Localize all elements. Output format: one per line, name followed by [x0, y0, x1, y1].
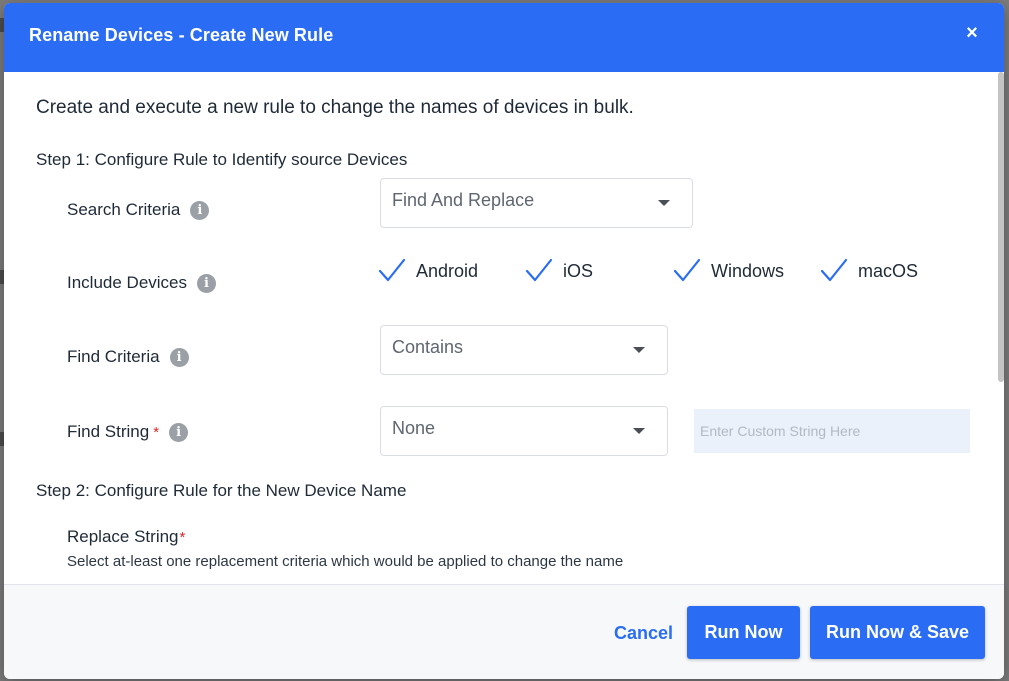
dialog-scrollbar[interactable]	[998, 72, 1004, 382]
rename-devices-dialog: Rename Devices - Create New Rule × Creat…	[4, 3, 1004, 679]
dialog-header: Rename Devices - Create New Rule ×	[4, 3, 1004, 72]
chevron-down-icon	[633, 428, 645, 434]
check-icon	[673, 258, 701, 282]
info-icon[interactable]: i	[169, 347, 189, 367]
step2-title: Step 2: Configure Rule for the New Devic…	[36, 481, 407, 500]
find-criteria-value: Contains	[392, 337, 464, 357]
include-android-checkbox[interactable]: Android	[378, 258, 478, 284]
include-ios-label: iOS	[563, 260, 594, 281]
include-macos-checkbox[interactable]: macOS	[820, 258, 918, 284]
include-devices-label: Include Devices i	[67, 273, 217, 293]
custom-string-input[interactable]	[694, 409, 970, 453]
find-string-value: None	[392, 418, 436, 438]
dialog-body: Create and execute a new rule to change …	[4, 72, 1004, 584]
find-criteria-select[interactable]: Contains	[380, 325, 668, 375]
run-now-save-button[interactable]: Run Now & Save	[810, 606, 985, 659]
find-string-label-text: Find String	[67, 422, 150, 441]
required-asterisk: *	[153, 423, 160, 441]
run-now-button[interactable]: Run Now	[687, 606, 800, 659]
cancel-button[interactable]: Cancel	[614, 623, 673, 644]
check-icon	[820, 258, 848, 282]
required-asterisk: *	[179, 528, 186, 546]
replace-string-label: Replace String *	[67, 527, 185, 547]
search-criteria-select[interactable]: Find And Replace	[380, 178, 693, 228]
find-string-label: Find String * i	[67, 422, 189, 442]
dialog-title: Rename Devices - Create New Rule	[29, 25, 334, 45]
dialog-footer: Cancel Run Now Run Now & Save	[4, 584, 1004, 679]
check-icon	[525, 258, 553, 282]
find-string-select[interactable]: None	[380, 406, 668, 456]
include-ios-checkbox[interactable]: iOS	[525, 258, 593, 284]
include-macos-label: macOS	[858, 260, 919, 281]
replace-string-label-text: Replace String	[67, 527, 179, 546]
chevron-down-icon	[633, 347, 645, 353]
dialog-intro: Create and execute a new rule to change …	[36, 97, 634, 118]
check-icon	[378, 258, 406, 282]
search-criteria-label-text: Search Criteria	[67, 200, 181, 219]
search-criteria-value: Find And Replace	[392, 190, 535, 210]
include-android-label: Android	[416, 260, 479, 281]
find-criteria-label-text: Find Criteria	[67, 347, 160, 366]
close-icon[interactable]: ×	[960, 21, 984, 45]
step1-title: Step 1: Configure Rule to Identify sourc…	[36, 150, 408, 169]
find-criteria-label: Find Criteria i	[67, 347, 189, 367]
info-icon[interactable]: i	[190, 200, 210, 220]
chevron-down-icon	[658, 200, 670, 206]
info-icon[interactable]: i	[197, 273, 217, 293]
include-devices-label-text: Include Devices	[67, 273, 188, 292]
replace-string-hint: Select at-least one replacement criteria…	[67, 553, 624, 570]
include-windows-checkbox[interactable]: Windows	[673, 258, 784, 284]
search-criteria-label: Search Criteria i	[67, 200, 210, 220]
include-windows-label: Windows	[711, 260, 785, 281]
info-icon[interactable]: i	[169, 422, 189, 442]
